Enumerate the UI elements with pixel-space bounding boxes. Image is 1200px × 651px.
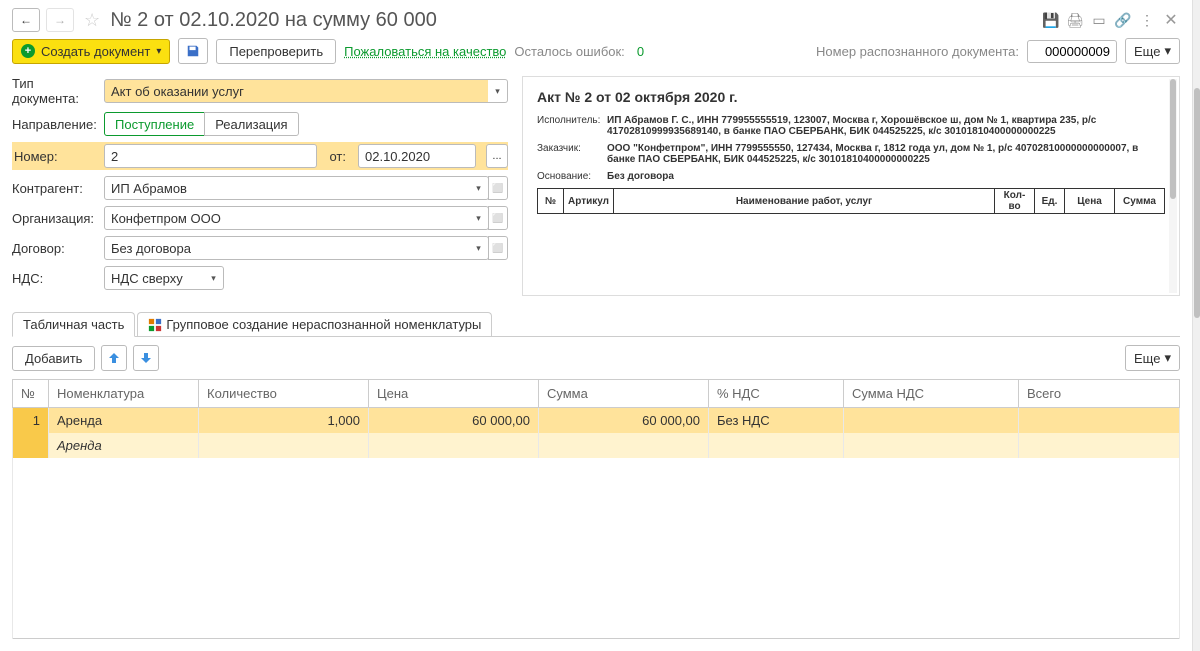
preview-title: Акт № 2 от 02 октября 2020 г. [537,89,1165,105]
tab-table-part[interactable]: Табличная часть [12,312,135,337]
vat-label: НДС: [12,271,98,286]
vat-select[interactable]: НДС сверху [104,266,205,290]
preview-scrollbar[interactable] [1169,79,1177,293]
errors-left-label: Осталось ошибок: [514,44,624,59]
doc-type-dropdown[interactable]: ▾ [488,79,508,103]
counterparty-input[interactable]: ИП Абрамов [104,176,470,200]
report-icon[interactable]: ▭ [1090,11,1108,29]
close-icon[interactable]: ✕ [1162,11,1180,29]
create-document-label: Создать документ [41,44,150,59]
direction-out-button[interactable]: Реализация [204,112,298,136]
table-subrow[interactable]: Аренда [13,433,1180,458]
errors-count: 0 [637,44,644,59]
basis-label: Основание: [537,171,607,182]
doc-number-label: Номер распознанного документа: [816,44,1019,59]
recheck-button[interactable]: Перепроверить [216,39,336,64]
doc-number-input[interactable] [1027,40,1117,63]
org-label: Организация: [12,211,98,226]
col-sum[interactable]: Сумма [539,380,709,408]
move-down-button[interactable] [133,345,159,371]
kebab-menu-icon[interactable]: ⋮ [1138,11,1156,29]
complain-link[interactable]: Пожаловаться на качество [344,44,506,59]
direction-in-button[interactable]: Поступление [104,112,205,136]
col-vat-sum[interactable]: Сумма НДС [844,380,1019,408]
print-icon[interactable]: 🖨 [1066,11,1084,29]
nav-back-button[interactable]: ← [12,8,40,32]
page-title: № 2 от 02.10.2020 на сумму 60 000 [110,9,1036,32]
plus-icon: + [21,44,35,58]
vat-dropdown[interactable]: ▾ [204,266,224,290]
contract-dropdown[interactable]: ▾ [469,236,489,260]
col-num[interactable]: № [13,380,49,408]
nav-forward-button[interactable]: → [46,8,74,32]
doc-type-select[interactable]: Акт об оказании услуг [104,79,489,103]
executor-label: Исполнитель: [537,115,607,137]
chevron-down-icon: ▾ [1164,350,1171,366]
col-vat-rate[interactable]: % НДС [709,380,844,408]
table-row[interactable]: 1 Аренда 1,000 60 000,00 60 000,00 Без Н… [13,408,1180,434]
org-input[interactable]: Конфетпром ООО [104,206,470,230]
contract-open-button[interactable]: ⬜ [488,236,508,260]
doc-type-label: Тип документа: [12,76,98,106]
header-row: ← → ☆ № 2 от 02.10.2020 на сумму 60 000 … [12,8,1180,32]
save-disk-icon[interactable]: 💾 [1042,11,1060,29]
number-input[interactable]: 2 [104,144,317,168]
preview-table: № Артикул Наименование работ, услуг Кол-… [537,188,1165,214]
move-up-button[interactable] [101,345,127,371]
add-row-button[interactable]: Добавить [12,346,95,371]
col-total[interactable]: Всего [1019,380,1180,408]
more-button[interactable]: Еще▾ [1125,38,1180,64]
favorite-star-icon[interactable]: ☆ [84,10,100,31]
contract-label: Договор: [12,241,98,256]
executor-value: ИП Абрамов Г. С., ИНН 779955555519, 1230… [607,115,1165,137]
tab-group-create[interactable]: Групповое создание нераспознанной номенк… [137,312,492,336]
create-document-button[interactable]: + Создать документ ▾ [12,39,170,64]
direction-label: Направление: [12,117,98,132]
chevron-down-icon: ▾ [156,46,161,57]
number-label: Номер: [12,149,98,164]
table-toolbar: Добавить Еще▾ [12,345,1180,371]
table-header-row: № Номенклатура Количество Цена Сумма % Н… [13,380,1180,408]
tabs: Табличная часть Групповое создание нерас… [12,312,1180,337]
table-empty-area[interactable] [13,458,1180,638]
col-price[interactable]: Цена [369,380,539,408]
org-dropdown[interactable]: ▾ [469,206,489,230]
basis-value: Без договора [607,171,1165,182]
document-preview: Акт № 2 от 02 октября 2020 г. Исполнител… [522,76,1180,296]
customer-label: Заказчик: [537,143,607,165]
contract-input[interactable]: Без договора [104,236,470,260]
chevron-down-icon: ▾ [1164,43,1171,59]
data-table[interactable]: № Номенклатура Количество Цена Сумма % Н… [12,379,1180,639]
col-nomen[interactable]: Номенклатура [49,380,199,408]
save-button[interactable] [178,38,208,64]
date-input[interactable]: 02.10.2020 [358,144,476,168]
date-label: от: [329,149,346,164]
toolbar: + Создать документ ▾ Перепроверить Пожал… [12,38,1180,64]
form-panel: Тип документа: Акт об оказании услуг ▾ Н… [12,76,508,296]
org-open-button[interactable]: ⬜ [488,206,508,230]
date-picker-button[interactable]: ... [486,144,508,168]
col-qty[interactable]: Количество [199,380,369,408]
customer-value: ООО "Конфетпром", ИНН 7799555550, 127434… [607,143,1165,165]
counterparty-open-button[interactable]: ⬜ [488,176,508,200]
group-create-icon [148,318,162,332]
page-scrollbar[interactable] [1192,0,1200,651]
counterparty-label: Контрагент: [12,181,98,196]
counterparty-dropdown[interactable]: ▾ [469,176,489,200]
table-more-button[interactable]: Еще▾ [1125,345,1180,371]
link-icon[interactable]: 🔗 [1114,11,1132,29]
